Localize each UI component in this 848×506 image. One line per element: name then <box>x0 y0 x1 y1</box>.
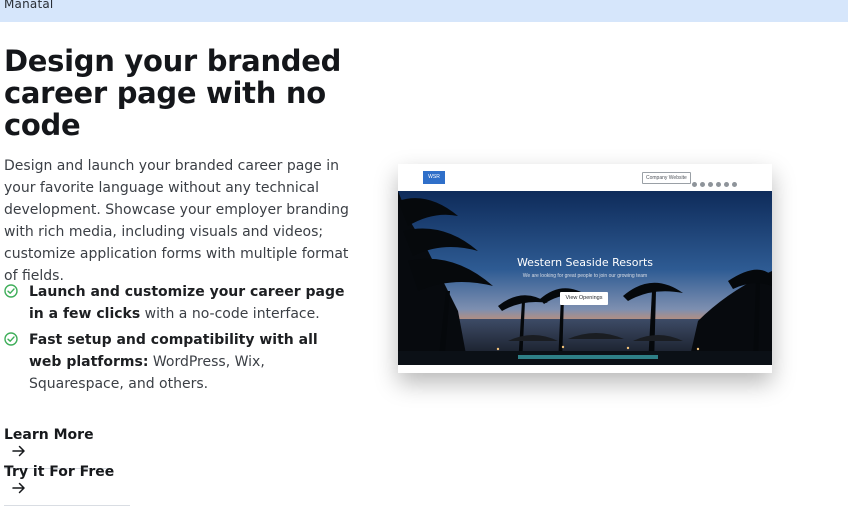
preview-hero-image: Western Seaside Resorts We are looking f… <box>398 191 772 365</box>
learn-more-label: Learn More <box>4 427 94 443</box>
view-openings-button[interactable]: View Openings <box>560 292 608 305</box>
page-headline: Design your branded career page with no … <box>4 44 342 142</box>
feature-item: Launch and customize your career page in… <box>4 281 349 325</box>
preview-logo: WSR <box>423 171 445 184</box>
preview-navbar: WSR Company Website <box>398 164 772 191</box>
company-website-button[interactable]: Company Website <box>642 172 691 184</box>
arrow-right-icon <box>12 445 25 457</box>
linkedin-icon[interactable] <box>732 182 737 187</box>
instagram-icon[interactable] <box>724 182 729 187</box>
check-circle-icon <box>4 284 18 298</box>
try-free-label: Try it For Free <box>4 464 115 480</box>
preview-subtitle: We are looking for great people to join … <box>522 273 648 279</box>
brand-name: Manatal <box>4 0 54 11</box>
social-icons <box>692 174 740 187</box>
youtube-icon[interactable] <box>716 182 721 187</box>
check-circle-icon <box>4 332 18 346</box>
preview-company-title: Western Seaside Resorts <box>516 256 654 269</box>
learn-more-link[interactable]: Learn More <box>4 427 112 469</box>
feature-detail: with a no-code interface. <box>140 306 320 322</box>
try-free-link[interactable]: Try it For Free <box>4 464 130 506</box>
page-description: Design and launch your branded career pa… <box>4 158 349 284</box>
top-bar: Manatal <box>0 0 848 22</box>
career-page-preview: WSR Company Website Western Seaside Reso… <box>398 164 772 373</box>
feature-item: Fast setup and compatibility with all we… <box>4 329 349 395</box>
arrow-right-icon <box>12 482 25 494</box>
facebook-icon[interactable] <box>692 182 697 187</box>
twitter-icon[interactable] <box>700 182 705 187</box>
pinterest-icon[interactable] <box>708 182 713 187</box>
